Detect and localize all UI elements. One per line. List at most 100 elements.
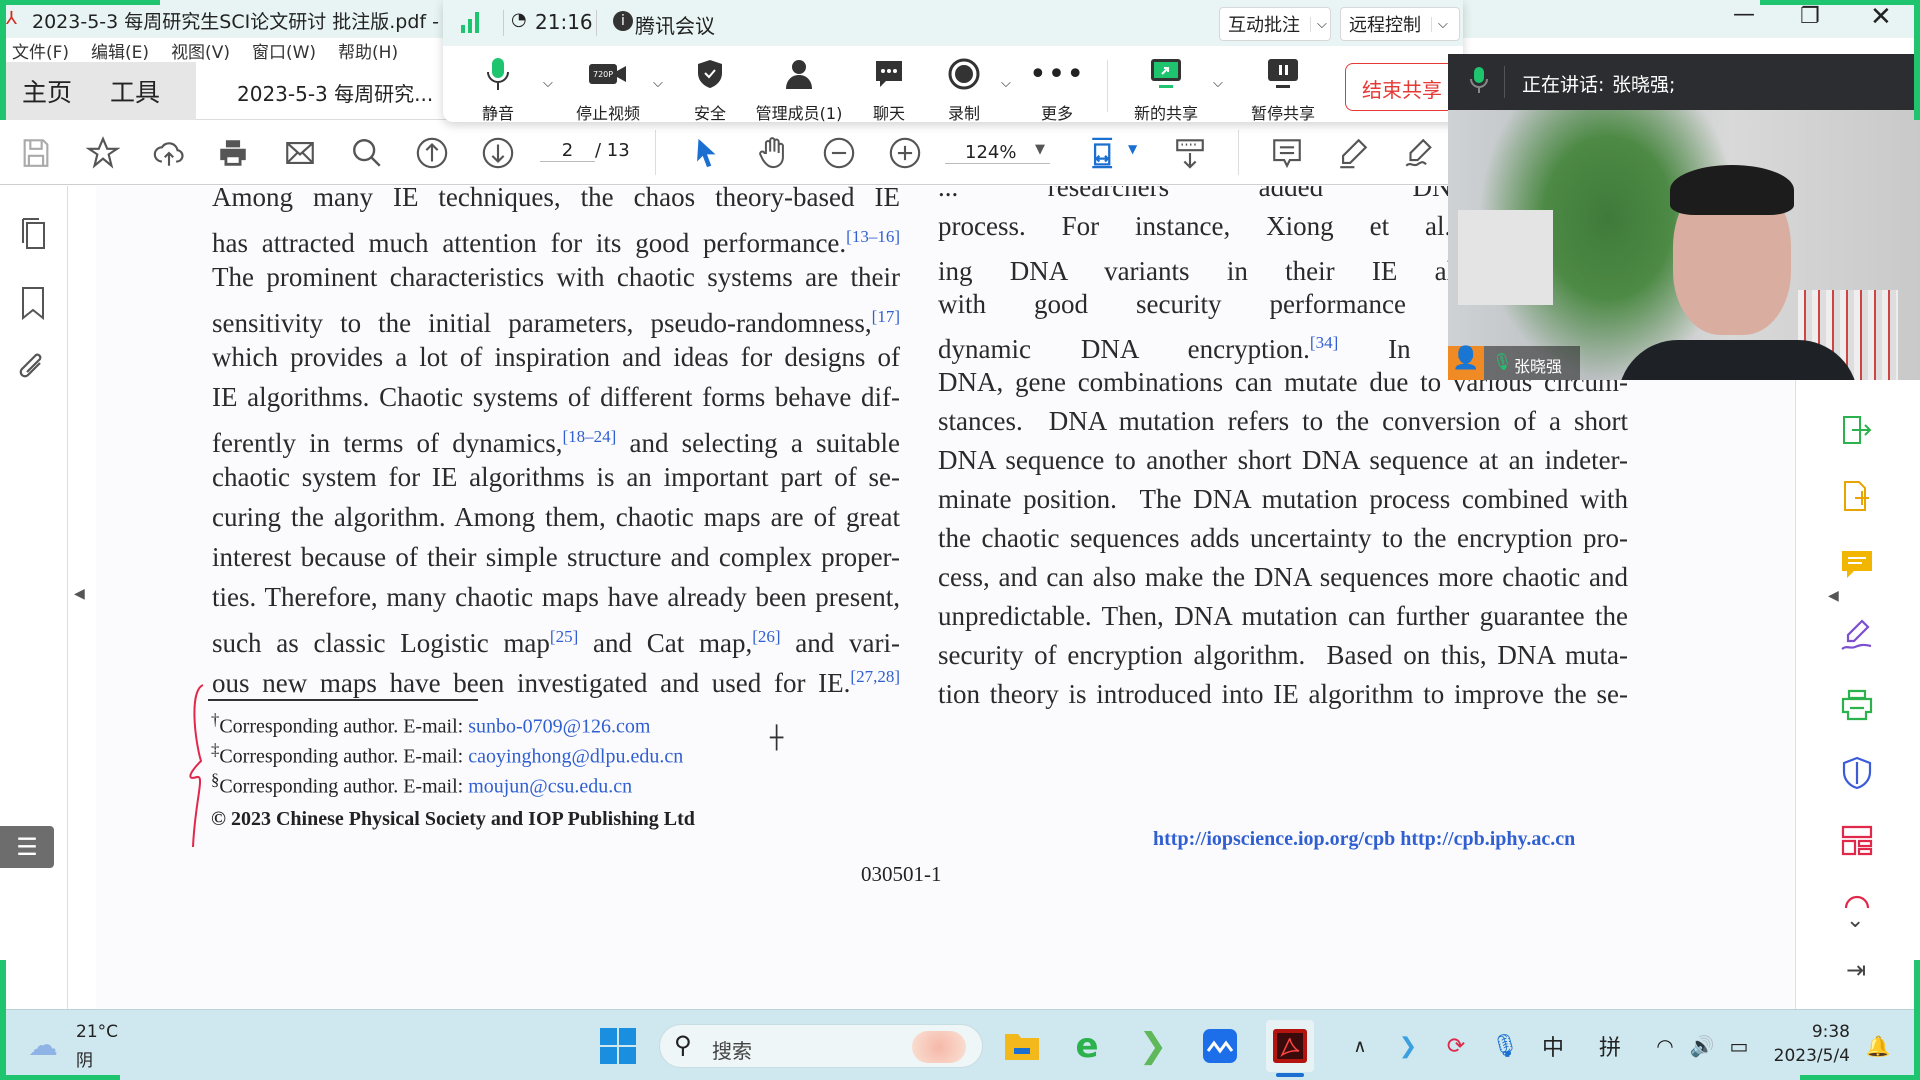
- browser-icon[interactable]: e: [1067, 1026, 1107, 1066]
- page-down-icon[interactable]: [479, 134, 517, 172]
- journal-links[interactable]: http://iopscience.iop.org/cpb http://cpb…: [1153, 828, 1575, 851]
- notification-icon[interactable]: 🔔: [1858, 1026, 1898, 1066]
- stop-video-button[interactable]: 720P 停止视频: [558, 56, 658, 124]
- chevron-down-icon[interactable]: ⌄: [1846, 908, 1864, 933]
- tray-sync-icon[interactable]: ⟳: [1436, 1026, 1476, 1066]
- fill-sign-icon[interactable]: [1840, 618, 1878, 656]
- print-production-icon[interactable]: [1840, 688, 1878, 726]
- mute-button[interactable]: 静音: [448, 56, 548, 124]
- fit-page-icon[interactable]: [1086, 134, 1124, 172]
- new-share-button[interactable]: 新的共享: [1116, 56, 1216, 124]
- chevron-down-icon[interactable]: ▼: [1035, 142, 1045, 157]
- email-link[interactable]: moujun@csu.edu.cn: [468, 776, 632, 798]
- zoom-in-icon[interactable]: [886, 134, 924, 172]
- select-cursor-icon[interactable]: [688, 134, 726, 172]
- mail-icon[interactable]: [281, 134, 319, 172]
- more-button[interactable]: ••• 更多: [1007, 56, 1107, 124]
- interactive-annotate-button[interactable]: 互动批注 ⌵: [1219, 7, 1331, 41]
- citation-link[interactable]: [26]: [752, 627, 780, 646]
- end-share-button[interactable]: 结束共享: [1345, 63, 1463, 111]
- print-icon[interactable]: [214, 134, 252, 172]
- record-button[interactable]: 录制: [914, 56, 1014, 124]
- restore-button[interactable]: ❐: [1800, 4, 1820, 29]
- citation-link[interactable]: [27,28]: [850, 667, 900, 686]
- attachment-icon[interactable]: [16, 351, 48, 389]
- save-icon[interactable]: [17, 134, 55, 172]
- zoom-search-icon[interactable]: [348, 134, 386, 172]
- email-link[interactable]: caoyinghong@dlpu.edu.cn: [468, 746, 683, 768]
- menu-help[interactable]: 帮助(H): [338, 43, 398, 63]
- remote-control-button[interactable]: 远程控制 ⌵: [1340, 7, 1460, 41]
- citation-link[interactable]: [18–24]: [562, 427, 616, 446]
- pause-icon: [1233, 56, 1333, 92]
- volume-icon[interactable]: 🔊: [1682, 1026, 1722, 1066]
- highlighter-icon[interactable]: [1334, 134, 1372, 172]
- scroll-mode-icon[interactable]: [1171, 134, 1209, 172]
- protect-shield-icon[interactable]: [1840, 756, 1878, 794]
- menu-window[interactable]: 窗口(W): [252, 43, 316, 63]
- collapse-right-icon[interactable]: ◀: [1828, 588, 1839, 604]
- chevron-down-icon[interactable]: ⌵: [1213, 76, 1223, 91]
- text-line: minate position. The DNA mutation proces…: [938, 482, 1628, 516]
- text-segment: stances. DNA mutation refers to the conv…: [938, 406, 1628, 436]
- text-segment: Among many IE techniques, the chaos theo…: [212, 186, 900, 212]
- app-arrow-icon[interactable]: ❯: [1133, 1026, 1173, 1066]
- tab-home[interactable]: 主页: [22, 73, 72, 109]
- citation-link[interactable]: [13–16]: [846, 227, 900, 246]
- wifi-icon[interactable]: ◠: [1645, 1026, 1685, 1066]
- menu-file[interactable]: 文件(F): [12, 43, 69, 63]
- temperature[interactable]: 21°C: [76, 1022, 118, 1042]
- security-button[interactable]: 安全: [660, 56, 760, 124]
- collapse-panel-icon[interactable]: ⇥: [1846, 956, 1866, 984]
- cloud-weather-icon[interactable]: ☁: [28, 1028, 58, 1063]
- outline-list-button[interactable]: ☰: [0, 826, 54, 868]
- page-number-input[interactable]: 2: [540, 140, 595, 162]
- tray-app-icon[interactable]: ❯: [1388, 1026, 1428, 1066]
- zoom-out-icon[interactable]: [820, 134, 858, 172]
- weather-text[interactable]: 阴: [76, 1046, 93, 1071]
- participant-video[interactable]: 👤 🎙 张晓强: [1448, 110, 1920, 380]
- export-pdf-icon[interactable]: [1840, 413, 1878, 451]
- tray-overflow-icon[interactable]: ∧: [1340, 1026, 1380, 1066]
- active-app-indicator: [1276, 1073, 1304, 1077]
- home-tools-tabs: 主页 工具: [0, 62, 196, 120]
- organize-pages-icon[interactable]: [1840, 824, 1878, 862]
- tray-mic-icon[interactable]: 🎙: [1485, 1026, 1525, 1066]
- file-explorer-icon[interactable]: [1002, 1026, 1042, 1066]
- tencent-meeting-icon[interactable]: [1200, 1026, 1240, 1066]
- taskbar-search[interactable]: ⚲ 搜索: [659, 1024, 983, 1068]
- chevron-down-icon[interactable]: ⌵: [543, 76, 553, 91]
- acrobat-taskbar-icon[interactable]: [1266, 1020, 1314, 1072]
- collapse-left-icon[interactable]: ◀: [74, 586, 85, 602]
- windows-start-icon[interactable]: [598, 1026, 638, 1066]
- comment-tool-icon[interactable]: [1840, 548, 1878, 586]
- star-icon[interactable]: [84, 134, 122, 172]
- comment-icon[interactable]: [1268, 134, 1306, 172]
- menu-edit[interactable]: 编辑(E): [91, 43, 149, 63]
- manage-members-button[interactable]: 管理成员(1): [749, 56, 849, 124]
- sign-icon[interactable]: [1400, 134, 1438, 172]
- bookmark-icon[interactable]: [20, 286, 46, 324]
- ime-pinyin[interactable]: 拼: [1590, 1026, 1630, 1066]
- hand-icon[interactable]: [754, 134, 792, 172]
- battery-icon[interactable]: ▭: [1719, 1026, 1759, 1066]
- menu-view[interactable]: 视图(V): [171, 43, 230, 63]
- minimize-button[interactable]: —: [1733, 2, 1755, 27]
- fit-dropdown-icon[interactable]: ▼: [1128, 142, 1137, 156]
- close-button[interactable]: ✕: [1870, 2, 1892, 32]
- ime-mode[interactable]: 中: [1533, 1026, 1573, 1066]
- citation-link[interactable]: [34]: [1310, 333, 1338, 352]
- tab-tools[interactable]: 工具: [110, 73, 160, 109]
- cloud-upload-icon[interactable]: [150, 134, 188, 172]
- page-up-icon[interactable]: [413, 134, 451, 172]
- pages-icon[interactable]: [18, 216, 50, 254]
- clock-time[interactable]: 9:38: [1780, 1022, 1850, 1042]
- clock-date[interactable]: 2023/5/4: [1760, 1046, 1850, 1066]
- tab-document[interactable]: 2023-5-3 每周研究...: [237, 78, 433, 107]
- pause-share-button[interactable]: 暂停共享: [1233, 56, 1333, 124]
- citation-link[interactable]: [17]: [872, 307, 900, 326]
- citation-link[interactable]: [25]: [550, 627, 578, 646]
- email-link[interactable]: sunbo-0709@126.com: [468, 716, 650, 738]
- create-pdf-icon[interactable]: [1840, 480, 1878, 518]
- info-icon[interactable]: i: [613, 11, 633, 31]
